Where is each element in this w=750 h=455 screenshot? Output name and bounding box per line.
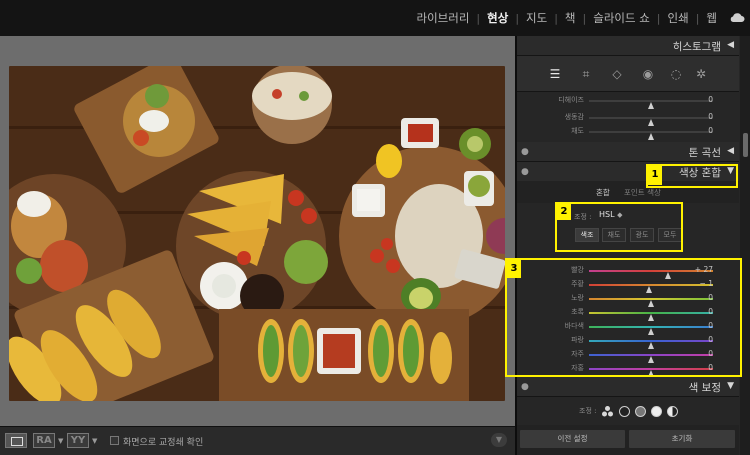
eye-icon[interactable]: ● <box>521 147 529 157</box>
red-eye-icon[interactable]: ◉ <box>641 67 655 81</box>
color-grading-header[interactable]: ● 색 보정 ▼ <box>517 377 739 397</box>
tab-point-color[interactable]: 포인트 색상 <box>624 187 661 198</box>
edit-sliders-icon[interactable]: ☰ <box>548 67 562 81</box>
color-grading-title: 색 보정 <box>688 382 721 394</box>
saturation-slider[interactable] <box>589 131 713 140</box>
image-toolbar: RA ▼ YY ▼ 화면으로 교정쇄 확인 ▼ <box>0 426 515 455</box>
cloud-icon[interactable] <box>729 11 745 23</box>
global-icon[interactable] <box>667 405 678 417</box>
before-after-button[interactable]: RA <box>33 433 55 448</box>
panel-footer: 이전 설정 초기화 <box>517 425 739 455</box>
module-library[interactable]: 라이브러리 <box>410 10 477 26</box>
reset-button[interactable]: 초기화 <box>629 430 735 448</box>
slider-row-dehaze: 디헤이즈 0 <box>517 94 739 109</box>
image-canvas[interactable] <box>0 36 515 426</box>
expand-triangle-icon[interactable]: ▼ <box>727 381 734 391</box>
eye-icon[interactable]: ● <box>521 167 529 177</box>
histogram-title: 히스토그램 <box>672 41 721 53</box>
three-way-icon[interactable] <box>601 405 614 418</box>
module-map[interactable]: 지도 <box>519 10 554 26</box>
tone-curve-title: 톤 곡선 <box>688 147 721 159</box>
collapse-triangle-icon[interactable]: ◀ <box>727 146 734 156</box>
callout-number-3: 3 <box>507 260 521 278</box>
slider-thumb[interactable] <box>647 102 654 109</box>
callout-number-2: 2 <box>557 204 571 220</box>
before-after-swap-button[interactable]: YY <box>67 433 89 448</box>
scrollbar-thumb[interactable] <box>743 133 748 157</box>
toolbar-menu-button[interactable]: ▼ <box>491 433 507 447</box>
module-book[interactable]: 책 <box>558 10 583 26</box>
panel-scrollbar[interactable] <box>740 36 750 455</box>
crop-icon[interactable]: ⌗ <box>579 67 593 81</box>
module-slideshow[interactable]: 슬라이드 쇼 <box>586 10 657 26</box>
slider-row-vibrance: 생동감 0 <box>517 111 739 126</box>
slider-value[interactable]: 0 <box>708 95 713 104</box>
tool-strip: ☰ ⌗ ◇ ◉ ◌ ✲ <box>517 56 739 92</box>
masking-icon[interactable]: ◌ <box>669 67 683 81</box>
chevron-down-icon[interactable]: ▼ <box>92 437 97 445</box>
slider-value[interactable]: 0 <box>708 126 713 135</box>
callout-box-2 <box>555 202 683 252</box>
soft-proofing-label: 화면으로 교정쇄 확인 <box>123 438 204 448</box>
food-photo <box>9 66 505 401</box>
tone-curve-header[interactable]: ● 톤 곡선 ◀ <box>517 142 739 162</box>
slider-value[interactable]: 0 <box>708 112 713 121</box>
loupe-view-button[interactable] <box>5 433 27 448</box>
slider-row-saturation: 채도 0 <box>517 125 739 140</box>
chevron-down-icon[interactable]: ▼ <box>58 437 63 445</box>
slider-thumb[interactable] <box>647 133 654 140</box>
color-grading-adjust-label: 조정 : <box>579 407 597 415</box>
callout-number-1: 1 <box>648 165 662 185</box>
module-picker: 라이브러리 | 현상 | 지도 | 책 | 슬라이드 쇼 | 인쇄 | 웹 <box>410 0 724 36</box>
module-web[interactable]: 웹 <box>699 10 724 26</box>
lightroom-window: 라이브러리 | 현상 | 지도 | 책 | 슬라이드 쇼 | 인쇄 | 웹 RA… <box>0 0 750 455</box>
callout-box-3 <box>505 258 742 377</box>
module-picker-bar: 라이브러리 | 현상 | 지도 | 책 | 슬라이드 쇼 | 인쇄 | 웹 <box>0 0 750 36</box>
vibrance-slider[interactable] <box>589 117 713 126</box>
eye-icon[interactable]: ● <box>521 382 529 392</box>
slider-label: 채도 <box>571 127 584 135</box>
previous-settings-button[interactable]: 이전 설정 <box>520 430 625 448</box>
highlights-icon[interactable] <box>651 405 662 417</box>
healing-brush-icon[interactable]: ◇ <box>610 67 624 81</box>
dehaze-slider[interactable] <box>589 100 713 109</box>
collapse-triangle-icon[interactable]: ◀ <box>727 40 734 50</box>
module-print[interactable]: 인쇄 <box>661 10 696 26</box>
color-grading-view-selector <box>601 404 678 418</box>
histogram-header[interactable]: 히스토그램 ◀ <box>517 36 739 56</box>
tab-mix[interactable]: 혼합 <box>596 187 610 198</box>
midtones-icon[interactable] <box>635 405 646 417</box>
slider-label: 디헤이즈 <box>558 96 584 104</box>
module-develop[interactable]: 현상 <box>480 10 515 26</box>
auto-mask-icon[interactable]: ✲ <box>694 67 708 81</box>
slider-label: 생동감 <box>564 113 584 121</box>
shadows-icon[interactable] <box>619 405 630 417</box>
soft-proofing-checkbox[interactable] <box>110 436 119 445</box>
